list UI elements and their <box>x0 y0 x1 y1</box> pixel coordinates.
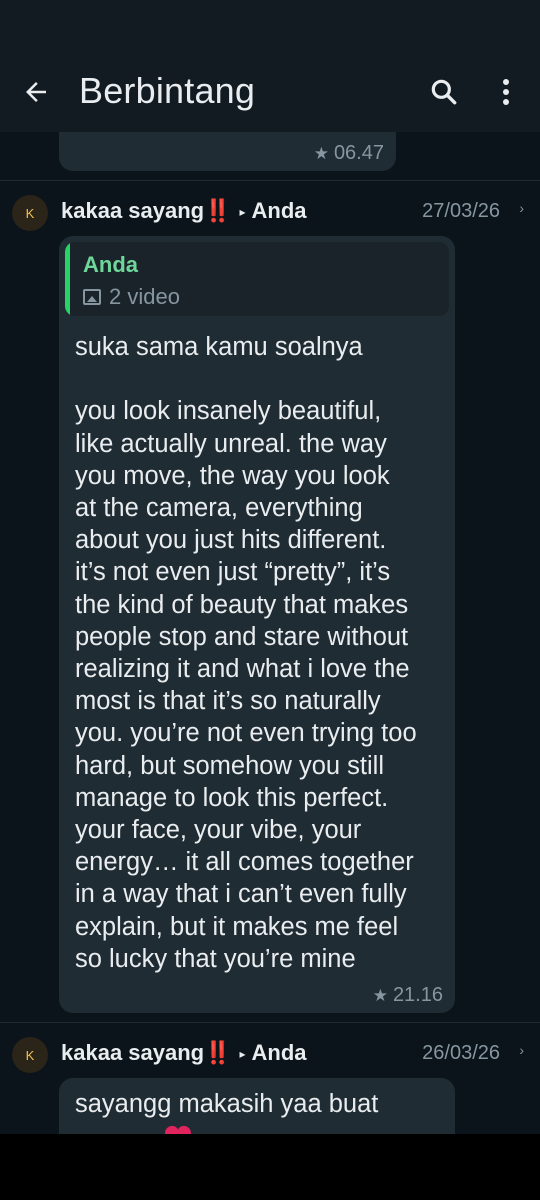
message-date: 26/03/26 <box>422 1042 500 1064</box>
back-button[interactable] <box>18 74 54 110</box>
divider <box>0 1022 540 1023</box>
message-meta: ★ 06.47 <box>314 142 384 165</box>
more-options-button[interactable] <box>488 72 524 112</box>
message-header[interactable]: K kakaa sayang‼️ ▸ Anda 26/03/26 › <box>0 1036 540 1076</box>
arrow-left-icon <box>26 82 46 102</box>
search-icon <box>431 79 457 105</box>
sender-name: kakaa sayang <box>61 198 205 223</box>
status-bar <box>0 0 540 52</box>
page-title: Berbintang <box>79 70 256 111</box>
starred-message-list: ★ 06.47 K kakaa sayang‼️ ▸ Anda 27/03/26 ›… <box>0 132 540 1134</box>
message-bubble[interactable]: ★ 06.47 <box>59 132 396 171</box>
play-arrow-icon: ▸ <box>239 205 246 219</box>
chevron-right-icon[interactable]: › <box>519 1042 524 1058</box>
avatar[interactable]: K <box>12 195 48 231</box>
play-arrow-icon: ▸ <box>239 1047 246 1061</box>
sender-line: kakaa sayang‼️ ▸ Anda <box>61 198 307 224</box>
starred-messages-screen: Berbintang ★ 06.47 K kakaa sayang‼️ ▸ An… <box>0 0 540 1200</box>
message-meta: ★ 21.16 <box>373 984 443 1007</box>
star-icon: ★ <box>372 985 388 1005</box>
divider <box>0 180 540 181</box>
star-icon: ★ <box>313 143 329 163</box>
message-text: sayangg makasih yaa buat <box>75 1090 379 1118</box>
message-bubble[interactable]: Anda 2 video suka sama kamu soalnya you … <box>59 236 455 1013</box>
chevron-right-icon[interactable]: › <box>519 200 524 216</box>
sender-emoji: ‼️ <box>204 1040 232 1065</box>
quoted-reply[interactable]: Anda 2 video <box>65 242 449 316</box>
quote-media-label: 2 video <box>109 284 180 309</box>
recipient-name: Anda <box>251 198 307 223</box>
sender-line: kakaa sayang‼️ ▸ Anda <box>61 1040 307 1066</box>
message-bubble[interactable]: sayangg makasih yaa buat <box>59 1078 455 1134</box>
quote-author: Anda <box>83 252 138 277</box>
message-time: 21.16 <box>392 984 443 1006</box>
navigation-bar <box>0 1134 540 1200</box>
recipient-name: Anda <box>251 1040 307 1065</box>
search-button[interactable] <box>424 72 464 112</box>
avatar[interactable]: K <box>12 1037 48 1073</box>
sender-emoji: ‼️ <box>204 198 232 223</box>
sender-name: kakaa sayang <box>61 1040 205 1065</box>
message-header[interactable]: K kakaa sayang‼️ ▸ Anda 27/03/26 › <box>0 194 540 234</box>
heart-emoji-icon <box>165 1125 191 1134</box>
more-vert-icon <box>503 79 509 105</box>
message-text: suka sama kamu soalnya you look insanely… <box>75 333 417 973</box>
quote-media: 2 video <box>83 284 180 310</box>
message-time: 06.47 <box>333 142 384 164</box>
app-bar: Berbintang <box>0 52 540 132</box>
message-date: 27/03/26 <box>422 200 500 222</box>
quote-accent-bar <box>65 242 70 316</box>
image-icon <box>83 289 101 305</box>
